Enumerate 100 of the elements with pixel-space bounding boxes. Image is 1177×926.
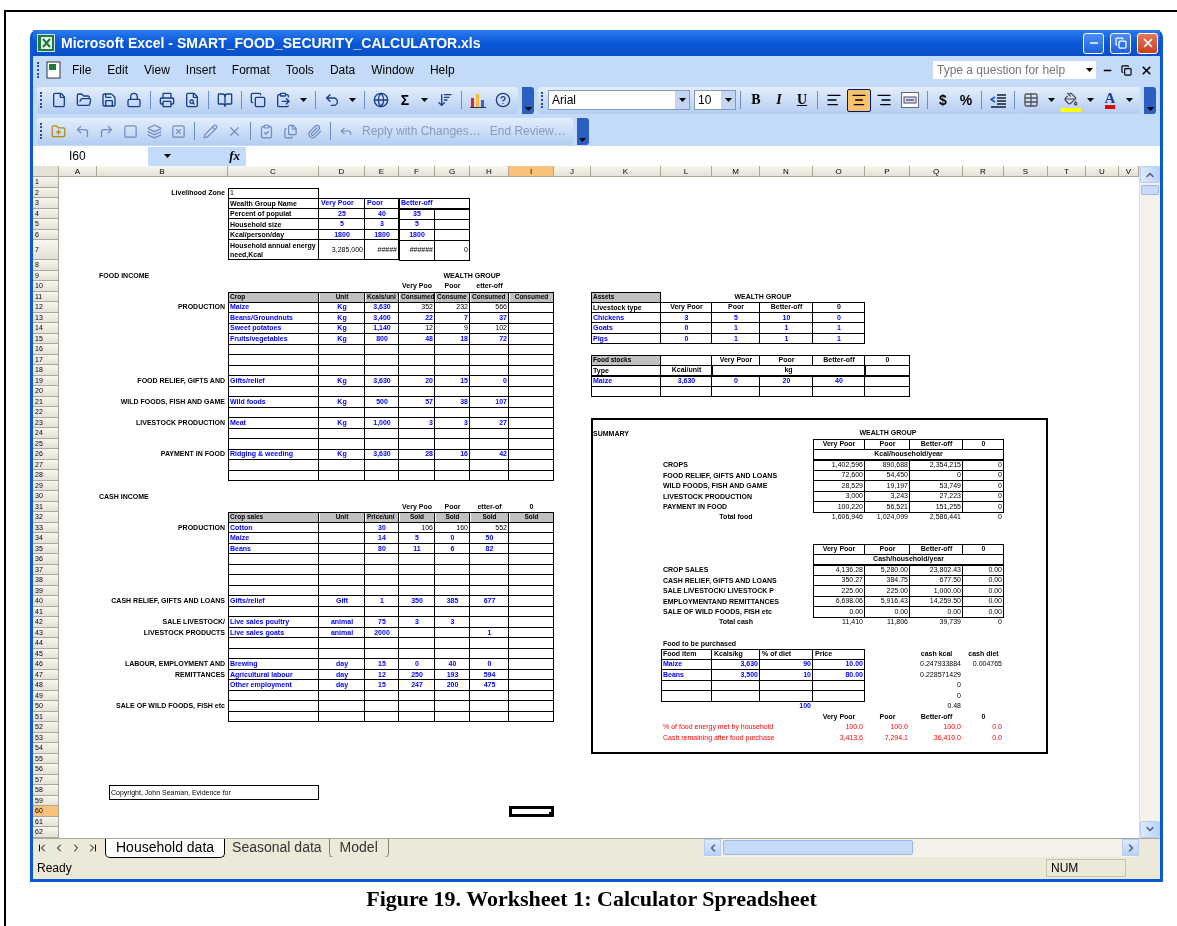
borders-icon [1023,92,1039,108]
save-icon [101,92,117,108]
column-header[interactable]: I [509,166,554,177]
font-size-field[interactable]: 10 [694,90,736,110]
minimize-button[interactable] [1083,32,1104,54]
insert-function-button[interactable]: fx [186,146,246,166]
folder-plus-icon [51,123,66,139]
caret-icon [300,98,307,102]
pencil-icon [203,123,218,139]
caret-icon [524,106,532,111]
column-header[interactable]: P [865,166,910,177]
paste-icon [275,92,291,108]
scrollbar-thumb[interactable] [723,840,913,855]
restore-icon [1114,37,1127,49]
align-center-icon [851,92,867,108]
menu-item[interactable]: File [65,61,99,79]
bar-chart-icon [470,92,486,108]
column-header[interactable]: A [59,166,97,177]
layers-icon [147,123,162,139]
column-header[interactable]: D [319,166,365,177]
column-header[interactable]: H [470,166,509,177]
column-header[interactable]: F [399,166,435,177]
status-text: Ready [37,860,73,875]
menu-item[interactable]: Edit [100,61,136,79]
menu-item[interactable]: Tools [278,61,321,79]
sort-icon [437,92,453,108]
font-color-button[interactable]: A [1099,88,1121,112]
column-header[interactable]: E [365,166,399,177]
paint-bucket-icon [1064,91,1078,106]
dropdown-button[interactable] [721,91,735,109]
toolbar-options-button[interactable] [576,117,589,145]
column-header[interactable]: S [1004,166,1048,177]
column-header[interactable]: N [760,166,813,177]
caret-icon [1087,98,1094,102]
new-file-icon [51,92,67,108]
text-style-button[interactable]: U [791,88,813,112]
menu-item[interactable]: Insert [178,61,223,79]
sheet-tab[interactable]: Model [328,838,389,858]
menu-item[interactable]: Help [422,61,462,79]
scroll-left-button[interactable] [704,839,721,856]
scroll-right-button[interactable] [1122,839,1139,856]
sheet-tab[interactable]: Household data [105,838,226,858]
reply-icon [339,124,353,138]
print-icon [159,92,175,108]
column-header[interactable]: O [813,166,865,177]
column-header[interactable]: T [1048,166,1086,177]
menu-item[interactable]: Data [322,61,363,79]
column-header[interactable]: Q [910,166,963,177]
close-icon [1140,63,1153,77]
square-icon [123,123,138,139]
align-left-icon [826,92,842,108]
column-header[interactable]: J [554,166,591,177]
caret-icon [349,98,356,102]
column-header[interactable]: B [97,166,228,177]
column-header[interactable]: C [228,166,319,177]
files-icon [283,123,298,139]
column-header[interactable]: L [661,166,712,177]
align-right-icon [876,92,892,108]
font-name-field[interactable]: Arial [548,90,690,110]
book-icon [217,92,233,108]
text-style-button[interactable]: I [768,88,790,112]
caret-icon [678,98,686,102]
column-header[interactable]: U [1086,166,1119,177]
menu-item[interactable]: Window [364,61,421,79]
merge-cells-icon [901,92,919,108]
column-header[interactable]: V [1119,166,1139,177]
active-cell-cursor[interactable] [509,806,554,817]
menu-item[interactable]: Format [224,61,277,79]
scroll-up-button[interactable] [1140,166,1160,183]
vertical-scrollbar[interactable] [1139,166,1160,838]
number-format-button[interactable]: % [955,88,977,112]
column-header[interactable]: R [963,166,1004,177]
lock-icon [126,92,142,108]
horizontal-scrollbar[interactable] [704,838,1139,857]
worksheet-icon[interactable] [45,61,63,79]
caret-icon [421,98,428,102]
column-header[interactable]: G [435,166,470,177]
arrow-right-icon [99,123,114,139]
paperclip-icon [307,123,322,139]
decrease-indent-icon [990,92,1006,108]
caret-icon [1146,106,1154,111]
menu-item[interactable]: View [137,61,177,79]
scroll-down-button[interactable] [1140,820,1160,838]
number-format-button[interactable]: $ [932,88,954,112]
window-title: Microsoft Excel - SMART_FOOD_SECURITY_CALCULATOR.xls [61,35,482,51]
align-center-button[interactable] [847,88,871,112]
arrow-left-icon [75,123,90,139]
caret-icon [724,98,732,102]
dropdown-button[interactable] [675,91,689,109]
text-style-button[interactable]: B [745,88,767,112]
num-lock-indicator: NUM [1046,858,1126,877]
scrollbar-thumb[interactable] [1141,185,1159,195]
spreadsheet-logo-icon [37,34,55,52]
sum-button[interactable]: Σ [394,88,416,112]
help-search-field[interactable]: Type a question for help [932,60,1097,80]
undo-icon [324,92,340,108]
toolbar-options-button[interactable] [522,86,534,114]
toolbar-options-button[interactable] [1144,86,1156,114]
column-header[interactable]: K [591,166,661,177]
column-header[interactable]: M [712,166,760,177]
